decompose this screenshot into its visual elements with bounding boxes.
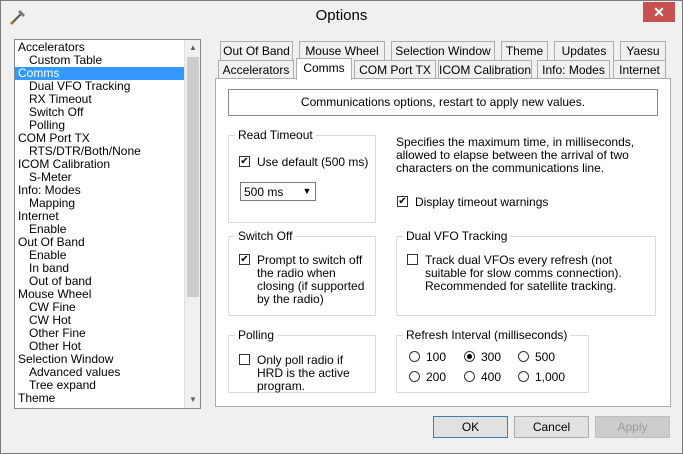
- polling-group: Polling Only poll radio if HRD is the ac…: [228, 328, 376, 393]
- polling-label: Only poll radio if HRD is the active pro…: [257, 353, 350, 393]
- options-window: Options ✕ Accelerators Custom Table Comms D…: [0, 0, 683, 454]
- tab-info-modes[interactable]: Info: Modes: [537, 60, 610, 79]
- refresh-400-radio[interactable]: [464, 371, 475, 382]
- scroll-thumb[interactable]: [187, 57, 199, 297]
- tab-com-port-tx[interactable]: COM Port TX: [354, 60, 436, 79]
- refresh-300-label: 300: [481, 350, 502, 364]
- refresh-200-radio[interactable]: [409, 371, 420, 382]
- tab-icom-calibration[interactable]: ICOM Calibration: [438, 60, 532, 79]
- refresh-1000-label: 1,000: [535, 370, 566, 384]
- refresh-100-radio[interactable]: [409, 351, 420, 362]
- switch-off-checkbox[interactable]: ✔: [239, 254, 250, 265]
- tab-theme[interactable]: Theme: [501, 41, 548, 60]
- tab-selection-window[interactable]: Selection Window: [391, 41, 495, 60]
- refresh-interval-legend: Refresh Interval (milliseconds): [403, 328, 571, 342]
- window-title: Options: [315, 7, 368, 24]
- timeout-select[interactable]: 500 ms ▼: [240, 182, 316, 201]
- switch-off-label: Prompt to switch off the radio when clos…: [257, 253, 365, 306]
- refresh-300-radio[interactable]: [464, 351, 475, 362]
- ok-button[interactable]: OK: [433, 416, 508, 438]
- refresh-100-label: 100: [426, 350, 447, 364]
- refresh-500-radio[interactable]: [518, 351, 529, 362]
- tab-yaesu[interactable]: Yaesu: [620, 41, 666, 60]
- polling-legend: Polling: [235, 328, 278, 342]
- info-banner: Communications options, restart to apply…: [228, 89, 658, 116]
- refresh-500-label: 500: [535, 350, 556, 364]
- refresh-1000-radio[interactable]: [518, 371, 529, 382]
- refresh-interval-group: Refresh Interval (milliseconds) 100 300 …: [396, 328, 589, 393]
- tree-item[interactable]: Theme: [15, 392, 55, 405]
- dual-vfo-checkbox[interactable]: [407, 254, 418, 265]
- tab-accelerators[interactable]: Accelerators: [218, 60, 294, 79]
- tab-comms[interactable]: Comms: [296, 58, 352, 80]
- options-tree[interactable]: Accelerators Custom Table Comms Dual VFO Tr…: [14, 39, 201, 409]
- chevron-down-icon: ▼: [302, 186, 312, 196]
- polling-checkbox[interactable]: [239, 354, 250, 365]
- title-bar: Options ✕: [1, 1, 682, 32]
- comms-panel: Communications options, restart to apply…: [215, 78, 671, 407]
- refresh-400-label: 400: [481, 370, 502, 384]
- switch-off-legend: Switch Off: [235, 229, 296, 243]
- cancel-button[interactable]: Cancel: [514, 416, 589, 438]
- scroll-up-icon[interactable]: ▲: [185, 40, 200, 56]
- display-warnings-checkbox[interactable]: ✔: [397, 196, 408, 207]
- dual-vfo-label: Track dual VFOs every refresh (not suita…: [425, 253, 622, 293]
- display-warnings-label: Display timeout warnings: [415, 195, 549, 209]
- use-default-checkbox[interactable]: ✔: [239, 156, 250, 167]
- dual-vfo-group: Dual VFO Tracking Track dual VFOs every …: [396, 229, 656, 316]
- tree-scrollbar[interactable]: ▲ ▼: [184, 40, 200, 408]
- dual-vfo-legend: Dual VFO Tracking: [403, 229, 511, 243]
- tab-internet[interactable]: Internet: [613, 60, 666, 79]
- use-default-label: Use default (500 ms): [257, 155, 369, 169]
- switch-off-group: Switch Off ✔ Prompt to switch off the ra…: [228, 229, 376, 316]
- refresh-200-label: 200: [426, 370, 447, 384]
- tab-updates[interactable]: Updates: [554, 41, 614, 60]
- timeout-description: Specifies the maximum time, in milliseco…: [396, 135, 635, 175]
- apply-button[interactable]: Apply: [595, 416, 670, 438]
- timeout-select-value: 500 ms: [244, 185, 284, 199]
- read-timeout-group: Read Timeout ✔ Use default (500 ms) 500 …: [228, 128, 376, 223]
- read-timeout-legend: Read Timeout: [235, 128, 316, 142]
- close-button[interactable]: ✕: [643, 2, 675, 22]
- scroll-down-icon[interactable]: ▼: [185, 392, 200, 408]
- tab-out-of-band[interactable]: Out Of Band: [220, 41, 293, 60]
